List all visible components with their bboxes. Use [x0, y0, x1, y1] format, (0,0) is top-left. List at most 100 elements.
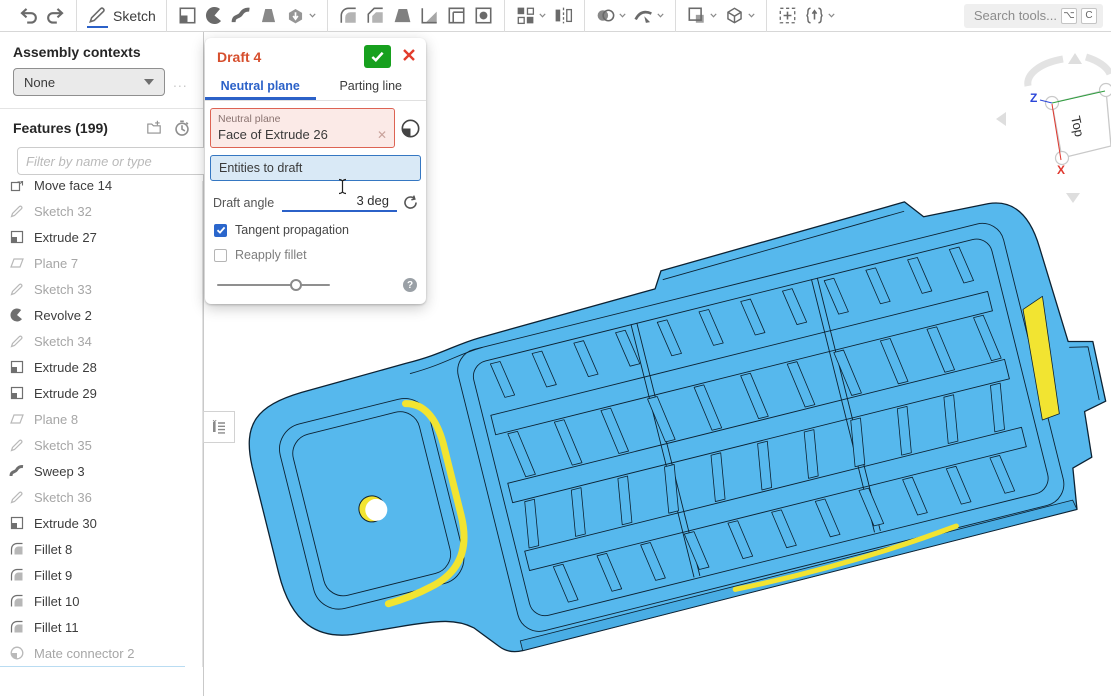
dialog-tabs: Neutral planeParting line	[205, 73, 426, 101]
toolbar-group	[166, 0, 327, 32]
mate-connector-icon[interactable]	[400, 118, 421, 139]
rotate-up-arrow[interactable]	[1068, 53, 1082, 64]
toolbar-tool-revolve[interactable]	[201, 3, 228, 28]
feature-row-fillet-10[interactable]: Fillet 10	[0, 588, 185, 614]
toolbar-tool-extrude[interactable]	[174, 3, 201, 28]
toolbar-tool-shell[interactable]	[443, 3, 470, 28]
assembly-context-more-button[interactable]: ...	[173, 74, 188, 90]
checkbox-unchecked[interactable]	[214, 249, 227, 262]
option-reapply-fillet[interactable]: Reapply fillet	[214, 248, 419, 262]
boolean-icon	[595, 5, 616, 26]
checkbox-checked[interactable]	[214, 224, 227, 237]
rotate-down-arrow[interactable]	[1066, 193, 1080, 203]
feature-row-move-face-14[interactable]: Move face 14	[0, 181, 185, 198]
transform-icon	[724, 5, 745, 26]
toolbar-tool-mirror[interactable]	[550, 3, 577, 28]
feature-row-extrude-28[interactable]: Extrude 28	[0, 354, 185, 380]
offset-surface-icon	[686, 5, 707, 26]
toolbar-tool-draft[interactable]	[389, 3, 416, 28]
feature-row-sweep-3[interactable]: Sweep 3	[0, 458, 185, 484]
feature-row-sketch-33[interactable]: Sketch 33	[0, 276, 185, 302]
slider-track[interactable]	[217, 284, 330, 286]
axis-z-label: Z	[1030, 91, 1037, 105]
add-folder-icon[interactable]	[145, 119, 163, 137]
rotate-left-arrow[interactable]	[996, 112, 1006, 126]
feature-filter-input[interactable]	[17, 147, 213, 175]
chevron-down-icon	[144, 79, 154, 85]
toolbar-tool-split[interactable]	[630, 3, 668, 28]
toolbar-tool-loft[interactable]	[255, 3, 282, 28]
toolbar-tool-pencil[interactable]: Sketch	[84, 2, 159, 30]
neutral-plane-value: Face of Extrude 26	[218, 127, 377, 142]
clear-selection-icon[interactable]: ✕	[377, 128, 387, 142]
chevron-icon	[747, 11, 756, 20]
toolbar-tool-chamfer[interactable]	[362, 3, 389, 28]
flip-direction-icon[interactable]	[402, 194, 419, 211]
extrude-icon	[9, 385, 25, 401]
feature-row-sketch-34[interactable]: Sketch 34	[0, 328, 185, 354]
toolbar-tool-variable-gizmo[interactable]	[801, 3, 839, 28]
toolbar-group	[584, 0, 675, 32]
feature-label: Plane 7	[34, 256, 78, 271]
toolbar-tool-redo[interactable]	[42, 3, 69, 28]
neutral-plane-field[interactable]: Neutral plane Face of Extrude 26 ✕	[210, 108, 395, 148]
assembly-contexts-row: None ...	[0, 68, 203, 96]
toolbar-tool-fillet[interactable]	[335, 3, 362, 28]
toolbar-tool-linear-pattern[interactable]	[512, 3, 550, 28]
feature-label: Fillet 10	[34, 594, 80, 609]
feature-row-sketch-36[interactable]: Sketch 36	[0, 484, 185, 510]
chevron-icon	[827, 11, 836, 20]
fillet-icon	[9, 619, 25, 635]
rotate-arc-right[interactable]	[1086, 57, 1110, 74]
feature-row-extrude-30[interactable]: Extrude 30	[0, 510, 185, 536]
toolbar-tool-offset-surface[interactable]	[683, 3, 721, 28]
neutral-plane-label: Neutral plane	[218, 113, 387, 125]
feature-row-sketch-32[interactable]: Sketch 32	[0, 198, 185, 224]
feature-row-revolve-2[interactable]: Revolve 2	[0, 302, 185, 328]
undo-icon	[18, 5, 39, 26]
feature-label: Move face 14	[34, 181, 112, 193]
toolbar-tool-transform[interactable]	[721, 3, 759, 28]
feature-label: Fillet 11	[34, 620, 79, 635]
assembly-context-select[interactable]: None	[13, 68, 165, 96]
feature-row-fillet-9[interactable]: Fillet 9	[0, 562, 185, 588]
extrude-icon	[177, 5, 198, 26]
toolbar-tool-mate-connector-box[interactable]	[774, 3, 801, 28]
cancel-button[interactable]	[400, 48, 418, 65]
help-icon[interactable]: ?	[403, 278, 417, 292]
feature-row-mate-connector-2[interactable]: Mate connector 2	[0, 640, 185, 666]
rotate-arc-left[interactable]	[1028, 59, 1063, 86]
toolbar-tool-undo[interactable]	[15, 3, 42, 28]
active-tool-underline	[87, 4, 108, 28]
opacity-slider-row: ?	[217, 278, 417, 292]
feature-row-plane-7[interactable]: Plane 7	[0, 250, 185, 276]
toolbar-tool-thicken[interactable]	[282, 3, 320, 28]
feature-row-extrude-27[interactable]: Extrude 27	[0, 224, 185, 250]
tab-neutral-plane[interactable]: Neutral plane	[205, 73, 316, 100]
feature-row-draft-4[interactable]: Draft 4	[0, 666, 185, 667]
tab-parting-line[interactable]: Parting line	[316, 73, 427, 100]
toolbar-tool-sweep[interactable]	[228, 3, 255, 28]
draft-angle-input[interactable]: 3 deg	[282, 193, 397, 212]
toolbar-tool-hole[interactable]	[470, 3, 497, 28]
option-tangent-propagation[interactable]: Tangent propagation	[214, 223, 419, 237]
view-cube[interactable]: Top Z X	[996, 53, 1111, 203]
history-icon[interactable]	[173, 119, 191, 137]
feature-row-plane-8[interactable]: Plane 8	[0, 406, 185, 432]
feature-label: Extrude 27	[34, 230, 97, 245]
feature-row-fillet-8[interactable]: Fillet 8	[0, 536, 185, 562]
toolbar-tool-boolean[interactable]	[592, 3, 630, 28]
toolbar-tool-rib[interactable]	[416, 3, 443, 28]
feature-list-toggle-button[interactable]	[203, 411, 235, 443]
sketch-icon	[9, 437, 25, 453]
accept-button[interactable]	[364, 45, 391, 68]
entities-to-draft-field[interactable]: Entities to draft	[210, 155, 421, 181]
feature-row-extrude-29[interactable]: Extrude 29	[0, 380, 185, 406]
toolbar-group: Sketch	[76, 0, 166, 32]
slider-thumb[interactable]	[290, 279, 302, 291]
variable-gizmo-icon	[804, 5, 825, 26]
feature-row-sketch-35[interactable]: Sketch 35	[0, 432, 185, 458]
feature-row-fillet-11[interactable]: Fillet 11	[0, 614, 185, 640]
linear-pattern-icon	[515, 5, 536, 26]
search-tools-box[interactable]: Search tools... ⌥ C	[964, 4, 1103, 28]
